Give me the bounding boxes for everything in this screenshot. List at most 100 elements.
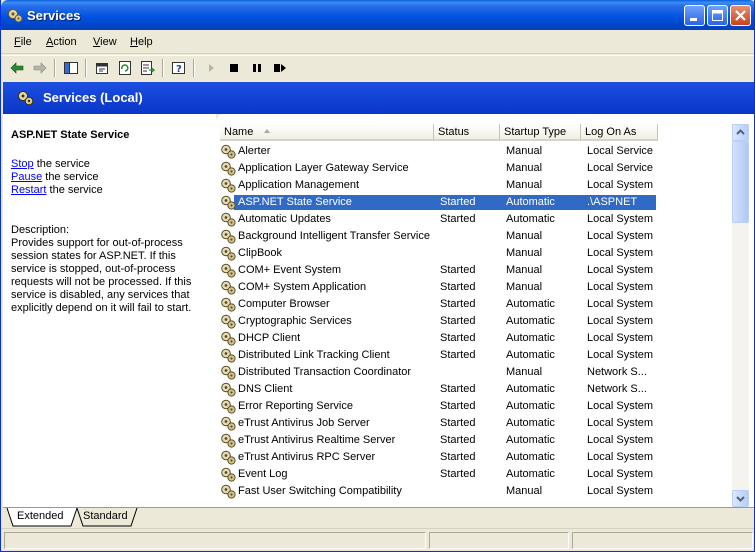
service-startup-type: Automatic [506,196,555,208]
minimize-button[interactable] [684,5,705,26]
column-header-status[interactable]: Status [434,124,500,141]
toolbar-separator [85,59,87,77]
restart-link[interactable]: Restart [11,184,46,196]
service-startup-type: Automatic [506,434,555,446]
service-log-on-as: Local System [587,213,654,225]
play-icon [209,64,214,72]
stop-link[interactable]: Stop [11,158,34,170]
services-gear-icon [18,91,34,106]
scroll-down-button[interactable] [732,490,749,507]
sort-ascending-icon [264,129,270,133]
selected-service-title: ASP.NET State Service [11,129,130,141]
service-name: Distributed Transaction Coordinator [238,366,412,378]
service-row[interactable]: ASP.NET State Service Started Automatic .\A… [220,194,734,211]
service-row[interactable]: COM+ Event System Started Manual Local Syst… [220,262,734,279]
refresh-button[interactable] [115,59,135,77]
service-gear-icon [221,263,236,278]
export-list-button[interactable] [138,59,158,77]
forward-button[interactable] [30,59,50,77]
service-row[interactable]: Error Reporting Service Started Automatic L… [220,398,734,415]
tab-standard[interactable]: Standard [83,508,128,526]
pause-icon [253,64,261,72]
service-status: Started [440,264,476,276]
service-row[interactable]: eTrust Antivirus RPC Server Started Automa… [220,449,734,466]
chevron-up-icon [736,129,745,135]
show-hide-console-tree-button[interactable] [61,59,81,77]
properties-button[interactable] [92,59,112,77]
column-header-name[interactable]: Name [220,124,434,141]
menu-file[interactable]: File [14,36,32,48]
scroll-thumb[interactable] [732,141,749,223]
service-row[interactable]: DHCP Client Started Automatic Local System [220,330,734,347]
service-row[interactable]: COM+ System Application Started Manual Loca… [220,279,734,296]
service-gear-icon [221,144,236,159]
service-row[interactable]: Distributed Link Tracking Client Started A… [220,347,734,364]
maximize-button[interactable] [707,5,728,26]
service-startup-type: Automatic [506,400,555,412]
service-gear-icon [221,280,236,295]
service-startup-type: Automatic [506,349,555,361]
service-row[interactable]: Fast User Switching Compatibility Manual L… [220,483,734,500]
service-row[interactable]: Cryptographic Services Started Automatic Lo… [220,313,734,330]
service-log-on-as: Local System [587,264,654,276]
toolbar-separator [193,59,195,77]
service-gear-icon [221,433,236,448]
service-row[interactable]: ClipBook Manual Local System [220,245,734,262]
pause-link[interactable]: Pause [11,171,42,183]
tab-extended[interactable]: Extended [17,508,63,526]
service-log-on-as: .\ASPNET [587,196,638,208]
service-gear-icon [221,348,236,363]
vertical-scrollbar[interactable] [732,124,749,507]
properties-icon [96,63,108,74]
service-gear-icon [221,212,236,227]
service-row[interactable]: Background Intelligent Transfer Service M… [220,228,734,245]
service-name: Application Layer Gateway Service [238,162,409,174]
back-button[interactable] [7,59,27,77]
service-name: Computer Browser [238,298,330,310]
service-log-on-as: Local System [587,417,654,429]
service-row[interactable]: Automatic Updates Started Automatic Local S… [220,211,734,228]
service-row[interactable]: eTrust Antivirus Realtime Server Started A… [220,432,734,449]
menu-help[interactable]: Help [130,36,153,48]
restart-service-button[interactable] [270,59,290,77]
service-status: Started [440,451,476,463]
service-gear-icon [221,178,236,193]
service-startup-type: Automatic [506,332,555,344]
service-row[interactable]: Alerter Manual Local Service [220,143,734,160]
service-log-on-as: Local System [587,281,654,293]
close-button[interactable] [730,5,751,26]
service-log-on-as: Local System [587,298,654,310]
service-row[interactable]: Event Log Started Automatic Local System [220,466,734,483]
pause-service-button[interactable] [247,59,267,77]
service-status: Started [440,468,476,480]
service-gear-icon [221,484,236,499]
scroll-up-button[interactable] [732,124,749,141]
service-startup-type: Manual [506,366,543,378]
title-bar[interactable]: Services [1,0,754,30]
column-header-log-on-as[interactable]: Log On As [581,124,658,141]
service-row[interactable]: Application Management Manual Local System [220,177,734,194]
column-header-startup-type[interactable]: Startup Type [500,124,581,141]
service-startup-type: Automatic [506,468,555,480]
column-label: Log On As [585,126,637,138]
service-description: Provides support for out-of-process sess… [11,237,192,314]
service-name: DNS Client [238,383,293,395]
help-button[interactable]: ? [169,59,189,77]
menu-view[interactable]: View [93,36,117,48]
service-row[interactable]: Application Layer Gateway Service Manual L… [220,160,734,177]
service-startup-type: Automatic [506,383,555,395]
service-row[interactable]: eTrust Antivirus Job Server Started Automa… [220,415,734,432]
service-name: eTrust Antivirus Job Server [238,417,370,429]
menu-action[interactable]: Action [46,36,77,48]
chevron-down-icon [736,496,745,502]
service-log-on-as: Local System [587,247,654,259]
start-service-button[interactable] [201,59,221,77]
restart-icon [274,64,286,72]
service-name: DHCP Client [238,332,301,344]
service-row[interactable]: Distributed Transaction Coordinator Manua… [220,364,734,381]
service-row[interactable]: Computer Browser Started Automatic Local Sy… [220,296,734,313]
stop-service-button[interactable] [224,59,244,77]
service-status: Started [440,298,476,310]
service-row[interactable]: DNS Client Started Automatic Network S... [220,381,734,398]
service-status: Started [440,213,476,225]
